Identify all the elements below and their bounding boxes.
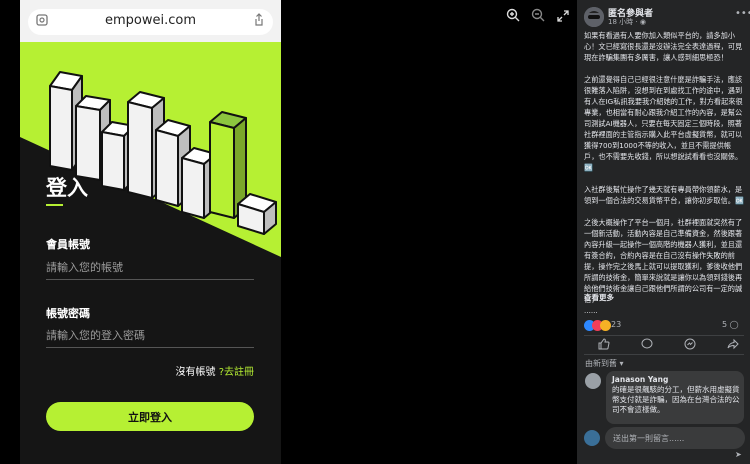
post-time[interactable]: 18 小時 [608, 18, 633, 26]
post-paragraph: 入社群後幫忙操作了幾天就有專員帶你領薪水，是領到一個合法的交易貨幣平台，讓你初步… [584, 185, 744, 205]
post-panel: 匿名參與者 18 小時 · ◉ ••• 如果有看過有人要你加入類似平台的，請多加… [577, 0, 750, 464]
login-title: 登入 [46, 176, 88, 200]
divider [584, 354, 744, 355]
comment-count[interactable]: 5 ◯ [722, 320, 739, 329]
see-more-link[interactable]: 查看更多 [584, 292, 614, 303]
commenter-name[interactable]: Janason Yang [612, 375, 668, 384]
comment-input[interactable] [605, 427, 745, 449]
password-label: 帳號密碼 [46, 307, 90, 320]
reaction-bar[interactable]: 23 5 ◯ [584, 320, 744, 332]
password-input[interactable] [46, 324, 254, 348]
globe-icon: · ◉ [635, 18, 646, 26]
reaction-count[interactable]: 23 [611, 320, 621, 329]
sort-label: 由新到舊 [585, 359, 617, 368]
commenter-avatar[interactable] [585, 373, 601, 389]
anonymous-avatar[interactable] [584, 7, 604, 27]
post-meta: 18 小時 · ◉ [608, 17, 646, 27]
chevron-down-icon: ▾ [619, 359, 624, 368]
my-avatar [584, 430, 600, 446]
divider [584, 335, 744, 336]
comment-sort-dropdown[interactable]: 由新到舊 ▾ [585, 358, 624, 369]
login-button[interactable]: 立即登入 [46, 402, 254, 431]
browser-url-bar: empowei.com [20, 0, 281, 42]
comment-text: 的確是很飆駭的分工，但薪水用虛擬貨幣支付就是詐騙，因為在台灣合法的公司不會這樣做… [612, 385, 740, 414]
account-label: 會員帳號 [46, 238, 90, 251]
hero-bar-graphic [20, 42, 281, 257]
share-action-icon[interactable] [726, 338, 740, 352]
phone-screenshot: empowei.com 登入 會員帳號 請輸入您的帳號 帳號密碼 請輸入您的登入… [20, 0, 281, 464]
signup-link[interactable]: ?去註冊 [219, 367, 254, 378]
url-text: empowei.com [104, 13, 196, 28]
no-account-text: 沒有帳號 [175, 367, 216, 378]
haha-reaction-icon [600, 320, 611, 331]
send-message-icon[interactable] [683, 338, 697, 352]
send-icon[interactable]: ➤ [735, 450, 742, 459]
fullscreen-icon[interactable] [553, 8, 573, 28]
share-icon[interactable] [251, 13, 267, 29]
zoom-out-icon[interactable] [528, 8, 548, 28]
post-ellipsis: ...... [584, 306, 598, 315]
post-paragraph: 如果有看過有人要你加入類似平台的，請多加小心！文已經寫很長還是沒辦法完全表達過程… [584, 31, 743, 62]
like-icon[interactable] [597, 338, 611, 352]
comment-action-icon[interactable] [640, 338, 654, 352]
comment-icon: ◯ [729, 320, 739, 329]
post-paragraph: 之前還覺得自己已經很注意什麼是詐騙手法，應該很難落入陷阱，沒想到在到處找工作的途… [584, 75, 743, 172]
zoom-in-icon[interactable] [503, 8, 523, 28]
account-input[interactable] [46, 256, 254, 280]
post-body: 如果有看過有人要你加入類似平台的，請多加小心！文已經寫很長還是沒辦法完全表達過程… [584, 30, 744, 316]
screen: empowei.com 登入 會員帳號 請輸入您的帳號 帳號密碼 請輸入您的登入… [0, 0, 750, 464]
post-options-icon[interactable]: ••• [735, 8, 750, 19]
signup-row: 沒有帳號 ?去註冊 [20, 363, 255, 378]
comment-count-value: 5 [722, 320, 728, 329]
title-underline [46, 204, 63, 206]
